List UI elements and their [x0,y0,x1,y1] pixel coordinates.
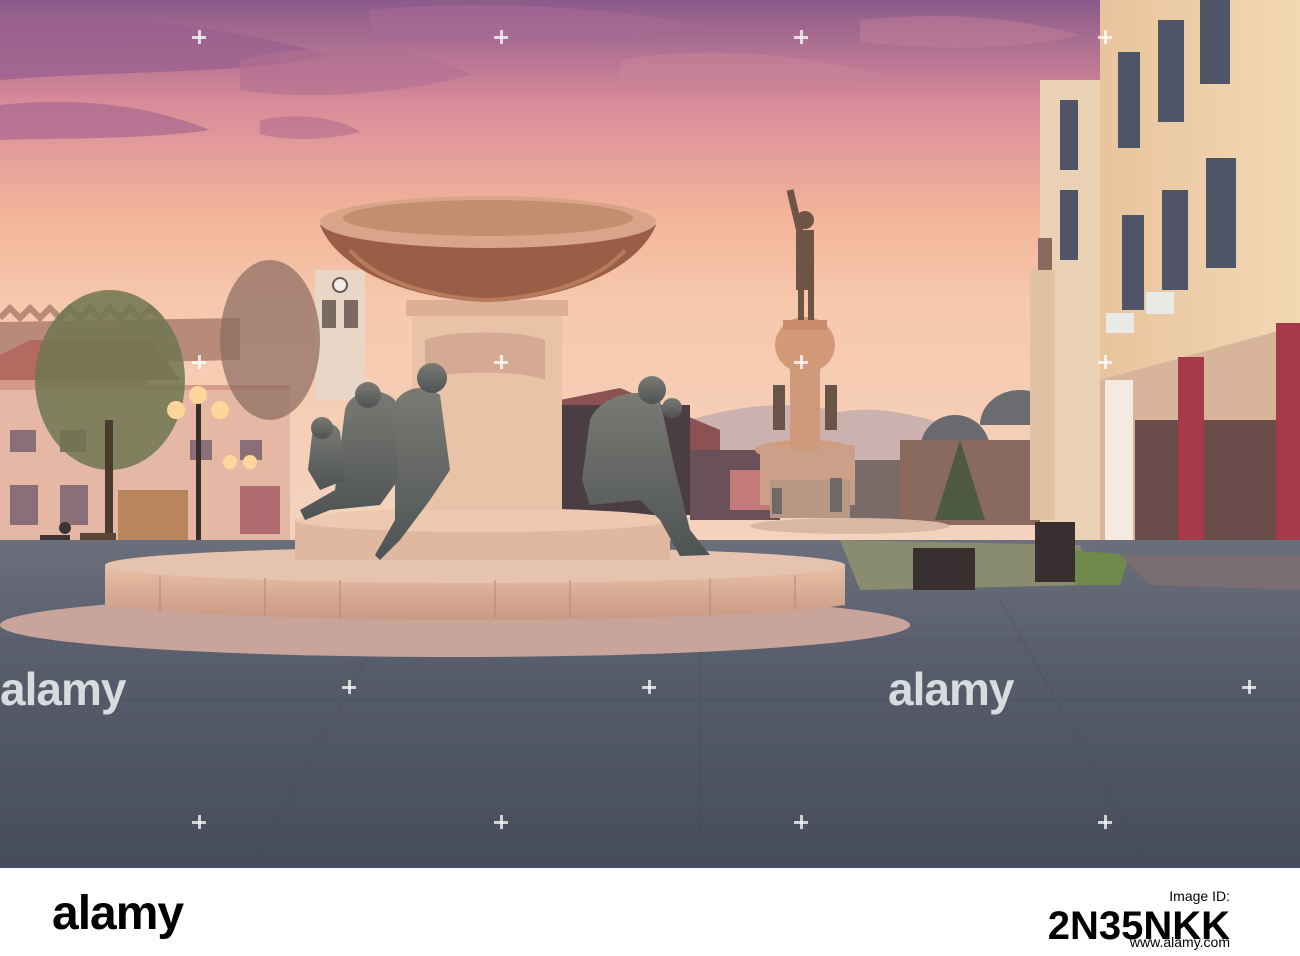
watermark-cross [794,30,808,44]
image-id-label: Image ID: [1169,888,1230,904]
watermark-cross [494,30,508,44]
watermark-cross [1098,355,1112,369]
watermark-cross [342,680,356,694]
watermark-cross [192,815,206,829]
alamy-logo: alamy [52,887,184,940]
watermark-cross [494,355,508,369]
watermark-cross [494,815,508,829]
photo-skopje-square: alamy alamy [0,0,1300,868]
watermark-cross [794,355,808,369]
watermark-cross [642,680,656,694]
watermark-cross [794,815,808,829]
photo-illustration [0,0,1300,868]
stock-photo-page: alamy alamy alamy Image ID: 2N35NKK www.… [0,0,1300,956]
watermark-cross [192,30,206,44]
watermark-logo: alamy [0,663,126,715]
watermark-logo: alamy [888,663,1014,715]
watermark-cross [1098,815,1112,829]
footer-bar: alamy Image ID: 2N35NKK www.alamy.com [0,868,1300,956]
watermark-cross [192,355,206,369]
watermark-cross [1098,30,1112,44]
site-url: www.alamy.com [1129,934,1230,950]
watermark-cross [1242,680,1256,694]
